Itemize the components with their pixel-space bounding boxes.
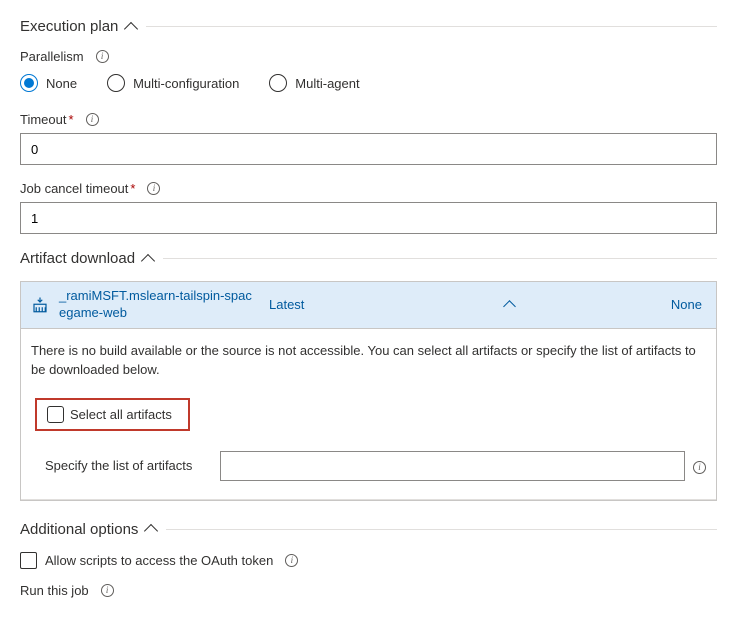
select-all-checkbox[interactable] <box>47 406 64 423</box>
select-all-label: Select all artifacts <box>70 407 172 422</box>
parallelism-radio-group: None Multi-configuration Multi-agent <box>20 74 717 92</box>
radio-none[interactable]: None <box>20 74 77 92</box>
artifact-collapse-toggle[interactable] <box>349 297 671 312</box>
artifact-latest-label: Latest <box>269 297 349 312</box>
divider-line <box>166 529 717 530</box>
section-title: Execution plan <box>20 18 118 35</box>
artifact-body: There is no build available or the sourc… <box>21 329 716 500</box>
chevron-up-icon <box>141 253 155 267</box>
required-asterisk: * <box>68 112 73 127</box>
specify-artifacts-input[interactable] <box>220 451 685 481</box>
info-icon[interactable] <box>285 554 298 567</box>
section-header-additional-options[interactable]: Additional options <box>20 521 717 538</box>
oauth-checkbox[interactable] <box>20 552 37 569</box>
specify-artifacts-row: Specify the list of artifacts <box>45 451 706 481</box>
artifact-message: There is no build available or the sourc… <box>31 341 706 380</box>
artifact-none-label: None <box>671 297 706 312</box>
parallelism-label-row: Parallelism <box>20 49 717 64</box>
cancel-timeout-label: Job cancel timeout <box>20 181 128 196</box>
info-icon[interactable] <box>693 461 706 474</box>
divider-line <box>163 258 717 259</box>
timeout-label: Timeout <box>20 112 66 127</box>
run-job-label: Run this job <box>20 583 89 598</box>
timeout-input[interactable] <box>20 133 717 165</box>
select-all-artifacts-highlight: Select all artifacts <box>35 398 190 431</box>
info-icon[interactable] <box>101 584 114 597</box>
radio-label: None <box>46 76 77 91</box>
chevron-up-icon <box>504 301 517 314</box>
section-title: Artifact download <box>20 250 135 267</box>
section-header-artifact-download[interactable]: Artifact download <box>20 250 717 267</box>
artifact-box: _ramiMSFT.mslearn-tailspin-spacegame-web… <box>20 281 717 501</box>
info-icon[interactable] <box>147 182 160 195</box>
radio-indicator-icon <box>107 74 125 92</box>
artifact-source-name: _ramiMSFT.mslearn-tailspin-spacegame-web <box>59 288 259 322</box>
required-asterisk: * <box>130 181 135 196</box>
cancel-timeout-input[interactable] <box>20 202 717 234</box>
radio-indicator-icon <box>20 74 38 92</box>
radio-label: Multi-configuration <box>133 76 239 91</box>
section-title: Additional options <box>20 521 138 538</box>
artifact-header-row[interactable]: _ramiMSFT.mslearn-tailspin-spacegame-web… <box>21 282 716 329</box>
run-job-label-row: Run this job <box>20 583 717 598</box>
radio-indicator-icon <box>269 74 287 92</box>
section-header-execution-plan[interactable]: Execution plan <box>20 18 717 35</box>
oauth-checkbox-row[interactable]: Allow scripts to access the OAuth token <box>20 552 717 569</box>
info-icon[interactable] <box>96 50 109 63</box>
parallelism-label: Parallelism <box>20 49 84 64</box>
build-artifact-icon <box>31 296 49 314</box>
radio-multi-configuration[interactable]: Multi-configuration <box>107 74 239 92</box>
cancel-timeout-label-row: Job cancel timeout * <box>20 181 717 196</box>
radio-multi-agent[interactable]: Multi-agent <box>269 74 359 92</box>
chevron-up-icon <box>124 21 138 35</box>
timeout-label-row: Timeout * <box>20 112 717 127</box>
specify-artifacts-label: Specify the list of artifacts <box>45 458 220 473</box>
oauth-label: Allow scripts to access the OAuth token <box>45 553 273 568</box>
radio-label: Multi-agent <box>295 76 359 91</box>
chevron-up-icon <box>144 524 158 538</box>
divider-line <box>146 26 717 27</box>
info-icon[interactable] <box>86 113 99 126</box>
